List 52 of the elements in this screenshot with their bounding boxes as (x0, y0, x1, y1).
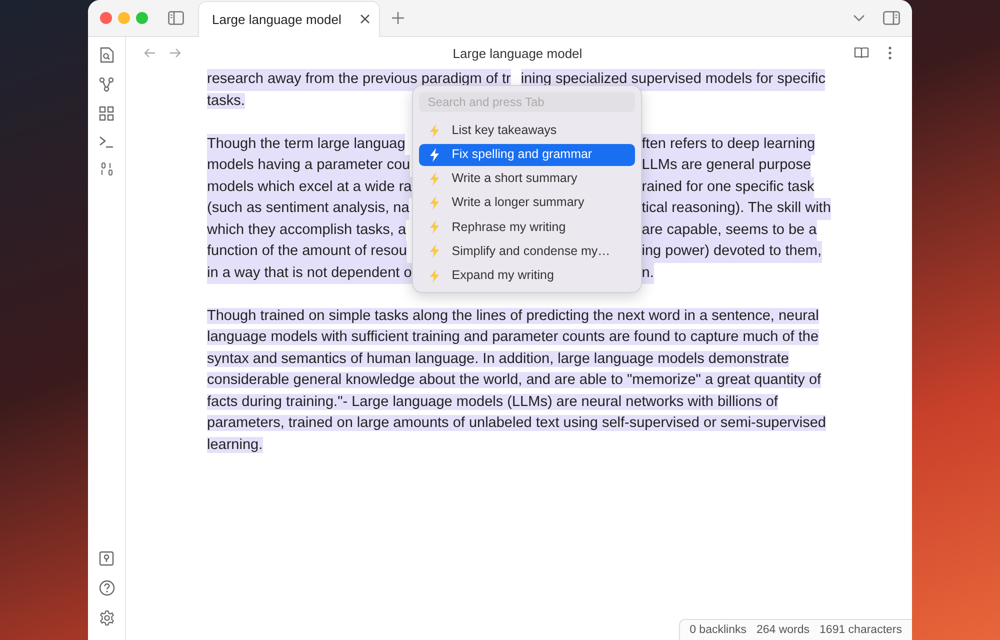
status-text: 264 words (756, 624, 810, 636)
body-text: function of the amount of resou (207, 241, 407, 262)
menu-item[interactable]: Write a short summary (418, 168, 635, 190)
menu-item[interactable]: Expand my writing (418, 264, 635, 287)
body-text: rained for one specific task (642, 176, 814, 198)
body-text: ing power) devoted to them, (642, 241, 822, 262)
menu-item[interactable]: Write a longer summary (418, 192, 635, 214)
menu-item[interactable]: Rephrase my writing (418, 216, 635, 238)
close-window-button[interactable] (100, 12, 112, 24)
close-icon[interactable] (360, 14, 370, 24)
note-title: Large language model (452, 46, 584, 60)
vault-icon[interactable] (99, 551, 114, 566)
more-options-icon[interactable] (888, 46, 892, 60)
grid-icon[interactable] (99, 106, 114, 121)
settings-icon[interactable] (98, 610, 114, 626)
right-sidebar-toggle-icon[interactable] (883, 11, 900, 25)
body-text: tasks. (207, 92, 245, 108)
body-text: in a way that is not dependent o (207, 262, 412, 284)
new-tab-icon[interactable] (392, 12, 404, 24)
binary-icon[interactable] (100, 162, 112, 176)
graph-icon[interactable] (99, 77, 114, 92)
lightning-icon (428, 268, 440, 283)
body-text: LLMs are general purpose (642, 155, 812, 176)
body-text: models which excel at a wide ra (207, 176, 412, 198)
file-search-icon[interactable] (100, 47, 114, 63)
status-text: 1691 characters (820, 624, 902, 636)
body-text: ften refers to deep learning (642, 134, 816, 155)
body-text: are capable, seems to be a (642, 220, 817, 241)
body-text: which they accomplish tasks, a (207, 220, 406, 241)
status-text: 0 backlinks (690, 624, 746, 636)
chevron-down-icon[interactable] (853, 14, 865, 22)
body-text: tical reasoning). The skill with (642, 198, 831, 220)
menu-item[interactable]: Fix spelling and grammar (418, 144, 635, 166)
lightning-icon (428, 148, 440, 162)
lightning-icon (428, 220, 440, 234)
menu-item[interactable]: Simplify and condense my… (418, 240, 635, 262)
lightning-icon (428, 196, 440, 210)
lightning-icon (428, 172, 440, 186)
body-text: research away from the previous paradigm of tr (207, 69, 511, 90)
terminal-icon[interactable] (99, 135, 114, 148)
lightning-icon (428, 244, 440, 258)
body-text: Though the term large languag (207, 134, 406, 155)
menu-item[interactable]: List key takeaways (418, 120, 635, 142)
body-text: (such as sentiment analysis, na (207, 198, 410, 220)
note-tab[interactable]: Large language model (198, 0, 380, 36)
lightning-icon (428, 124, 440, 138)
help-icon[interactable] (98, 580, 114, 596)
search-field[interactable]: Search and press Tab (418, 92, 635, 112)
body-text: models having a parameter cou (207, 155, 410, 176)
sidebar-toggle-icon[interactable] (168, 11, 184, 25)
book-icon[interactable] (854, 47, 869, 59)
body-paragraph: Though trained on simple tasks along the lines of predicting the next word in a sentence, neural language models with sufficient training and parameter counts are found to capture much of the syntax and semantics of human language. In addition, large language models demonstrate considerable general knowledge about the world, and are able to "memorize" a great quantity of facts during training."- Large language models (LLMs) are neural networks with billions of parameters, trained on large amounts of unlabeled text using self-supervised or semi-supervised learning. (207, 306, 827, 454)
